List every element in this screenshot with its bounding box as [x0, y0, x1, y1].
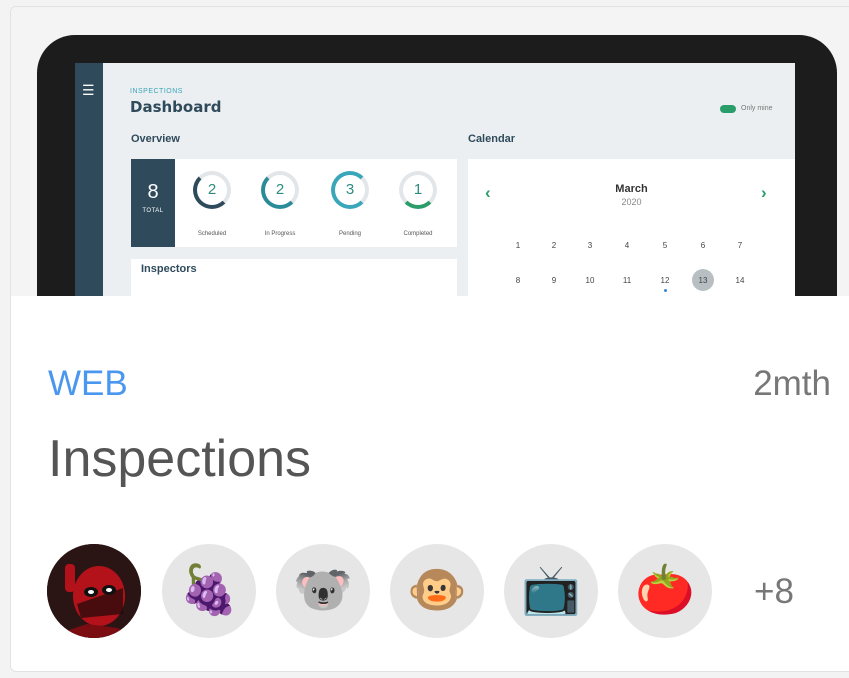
calendar-day: 6: [700, 241, 706, 250]
calendar-day: 3: [587, 241, 593, 250]
calendar-day: 9: [551, 276, 557, 285]
platform-tag: WEB: [48, 364, 128, 403]
project-title[interactable]: Inspections: [48, 429, 311, 489]
scheduled-label: Scheduled: [197, 231, 227, 237]
only-mine-label: Only mine: [741, 105, 773, 112]
app-page-title: Dashboard: [130, 98, 222, 116]
event-dot: [664, 289, 667, 292]
deadpool-avatar[interactable]: [47, 544, 141, 638]
pending-label: Pending: [338, 231, 362, 237]
more-contributors-count[interactable]: +8: [754, 572, 794, 612]
monkey-icon[interactable]: 🐵: [390, 544, 484, 638]
calendar-day: 2: [551, 241, 557, 250]
only-mine-toggle: [720, 105, 736, 113]
calendar-day: 7: [737, 241, 743, 250]
calendar-day: 1: [515, 241, 521, 250]
deadpool-avatar-image: [47, 544, 141, 638]
completed-label: Completed: [403, 231, 433, 237]
grapes-icon[interactable]: 🍇: [162, 544, 256, 638]
tomato-icon[interactable]: 🍅: [618, 544, 712, 638]
completed-ring: 1: [399, 171, 437, 209]
app-section-label: INSPECTIONS: [130, 88, 183, 95]
project-card[interactable]: ☰ INSPECTIONS Dashboard Only mine Overvi…: [10, 6, 849, 672]
calendar-day: 14: [735, 276, 745, 285]
calendar-day: 10: [585, 276, 595, 285]
calendar-day: 4: [624, 241, 630, 250]
in-progress-ring: 2: [261, 171, 299, 209]
calendar-day: 8: [515, 276, 521, 285]
total-value: 8: [147, 181, 159, 203]
inspectors-heading: Inspectors: [141, 263, 197, 275]
hamburger-menu-icon: ☰: [82, 82, 95, 98]
pending-ring: 3: [331, 171, 369, 209]
app-sidebar: ☰: [75, 63, 103, 296]
calendar-heading: Calendar: [468, 133, 516, 145]
television-icon[interactable]: 📺: [504, 544, 598, 638]
calendar-day: 12: [660, 276, 670, 285]
overview-heading: Overview: [131, 133, 180, 145]
calendar-day: 5: [662, 241, 668, 250]
project-preview-image: ☰ INSPECTIONS Dashboard Only mine Overvi…: [11, 7, 849, 296]
tablet-screen: ☰ INSPECTIONS Dashboard Only mine Overvi…: [75, 63, 795, 296]
calendar-day: 11: [622, 276, 632, 285]
project-age: 2mth: [753, 364, 831, 403]
total-tile: 8 TOTAL: [131, 159, 175, 247]
total-label: TOTAL: [142, 208, 164, 214]
in-progress-label: In Progress: [264, 231, 296, 237]
koala-icon[interactable]: 🐨: [276, 544, 370, 638]
scheduled-ring: 2: [193, 171, 231, 209]
calendar-month: March: [615, 183, 648, 195]
calendar-year: 2020: [621, 197, 642, 207]
calendar-day-today: 13: [698, 276, 708, 285]
